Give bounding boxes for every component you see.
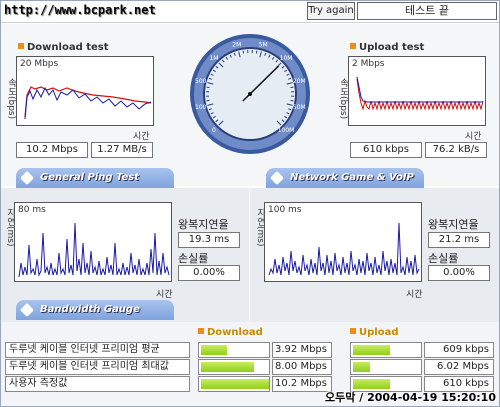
bw-upload-bar-fill — [353, 345, 391, 355]
ping-plot — [18, 222, 170, 278]
bw-upload-rate: 6.02 Mbps — [424, 359, 494, 375]
download-plot — [24, 86, 152, 120]
arrow-icon — [19, 170, 35, 186]
gauge-tick-label: 500 — [195, 78, 207, 85]
bullet-icon — [18, 43, 24, 49]
download-mbps: 10.2 Mbps — [16, 142, 88, 158]
tab-bandwidth-gauge[interactable]: Bandwidth Gauge — [16, 300, 174, 320]
divider — [249, 188, 250, 322]
bw-download-bar-fill — [201, 345, 227, 355]
ping-xlabel: 시간 — [156, 290, 173, 300]
tab-general-ping[interactable]: General Ping Test — [16, 168, 174, 188]
gauge-tick-label: 20M — [293, 78, 306, 85]
ping-loss-label: 손실률 — [178, 252, 209, 265]
bw-upload-header: Upload — [350, 327, 398, 338]
bw-upload-bar-fill — [353, 362, 370, 372]
timestamp: 오두막 / 2004-04-19 15:20:10 — [325, 391, 496, 404]
tab-network-game[interactable]: Network Game & VoIP Test — [266, 168, 424, 203]
try-again-button[interactable]: Try again — [307, 2, 355, 20]
bw-row-label: 두루넷 케이블 인터넷 프리미엄 평균 — [5, 342, 190, 358]
bw-download-rate: 3.92 Mbps — [272, 342, 332, 358]
arrow-icon — [19, 302, 35, 318]
upload-graph: 2 Mbps — [348, 56, 486, 126]
game-graph: 100 ms — [264, 202, 422, 282]
gauge-tick-label: 1M — [209, 55, 218, 62]
gauge-tick-label: 2M — [232, 42, 241, 49]
ping-rtt-label: 왕복지연율 — [178, 218, 229, 231]
game-rtt-value: 21.2 ms — [428, 232, 490, 248]
bw-download-bar-fill — [201, 362, 255, 372]
gauge-tick-label: 100M — [278, 127, 295, 134]
gauge-tick-label: 100 — [195, 104, 207, 111]
upload-kbs: 76.2 kB/s — [425, 142, 487, 158]
gauge-hub — [248, 92, 252, 96]
bullet-icon — [198, 328, 204, 334]
upload-plot — [356, 76, 484, 111]
site-url: http://www.bcpark.net — [4, 3, 156, 17]
gauge-tick-label: 50M — [293, 104, 306, 111]
download-graph: 20 Mbps — [16, 56, 154, 126]
bw-upload-bar — [350, 342, 422, 358]
upload-kbps: 610 kbps — [350, 142, 422, 158]
bw-download-bar — [198, 342, 270, 358]
speed-gauge: 0 100 500 1M 2M 5M 10M 20M 50M 100M — [190, 34, 310, 154]
gauge-tick-label: 10M — [280, 55, 293, 62]
bw-upload-bar-fill — [353, 379, 391, 389]
ping-graph: 80 ms — [14, 202, 172, 282]
download-title: Download test — [18, 42, 109, 53]
test-end-button[interactable]: 테스트 끝 — [357, 2, 497, 20]
bw-download-bar-fill — [201, 379, 269, 389]
bullet-icon — [350, 328, 356, 334]
game-xlabel: 시간 — [406, 290, 423, 300]
bw-download-bar — [198, 359, 270, 375]
bw-row-label: 두루넷 케이블 인터넷 프리미엄 최대값 — [5, 359, 190, 375]
game-rtt-label: 왕복지연율 — [428, 218, 479, 231]
upload-title: Upload test — [350, 42, 424, 53]
download-mbs: 1.27 MB/s — [91, 142, 153, 158]
bw-download-bar — [198, 376, 270, 392]
arrow-icon — [269, 170, 285, 186]
game-loss-value: 0.00% — [428, 265, 490, 281]
download-xlabel: 시간 — [133, 132, 150, 142]
bw-row-label: 사용자 측정값 — [5, 376, 190, 392]
upload-xlabel: 시간 — [465, 132, 482, 142]
ping-rtt-value: 19.3 ms — [178, 232, 240, 248]
bullet-icon — [350, 43, 356, 49]
bw-download-rate: 10.2 Mbps — [272, 376, 332, 392]
bw-download-rate: 8.00 Mbps — [272, 359, 332, 375]
gauge-tick-label: 0 — [212, 127, 216, 134]
game-plot — [268, 222, 420, 276]
bw-upload-rate: 609 kbps — [424, 342, 494, 358]
gauge-tick-label: 5M — [259, 42, 268, 49]
bw-upload-bar — [350, 359, 422, 375]
ping-loss-value: 0.00% — [178, 265, 240, 281]
game-loss-label: 손실률 — [428, 252, 459, 265]
bw-download-header: Download — [198, 327, 263, 338]
